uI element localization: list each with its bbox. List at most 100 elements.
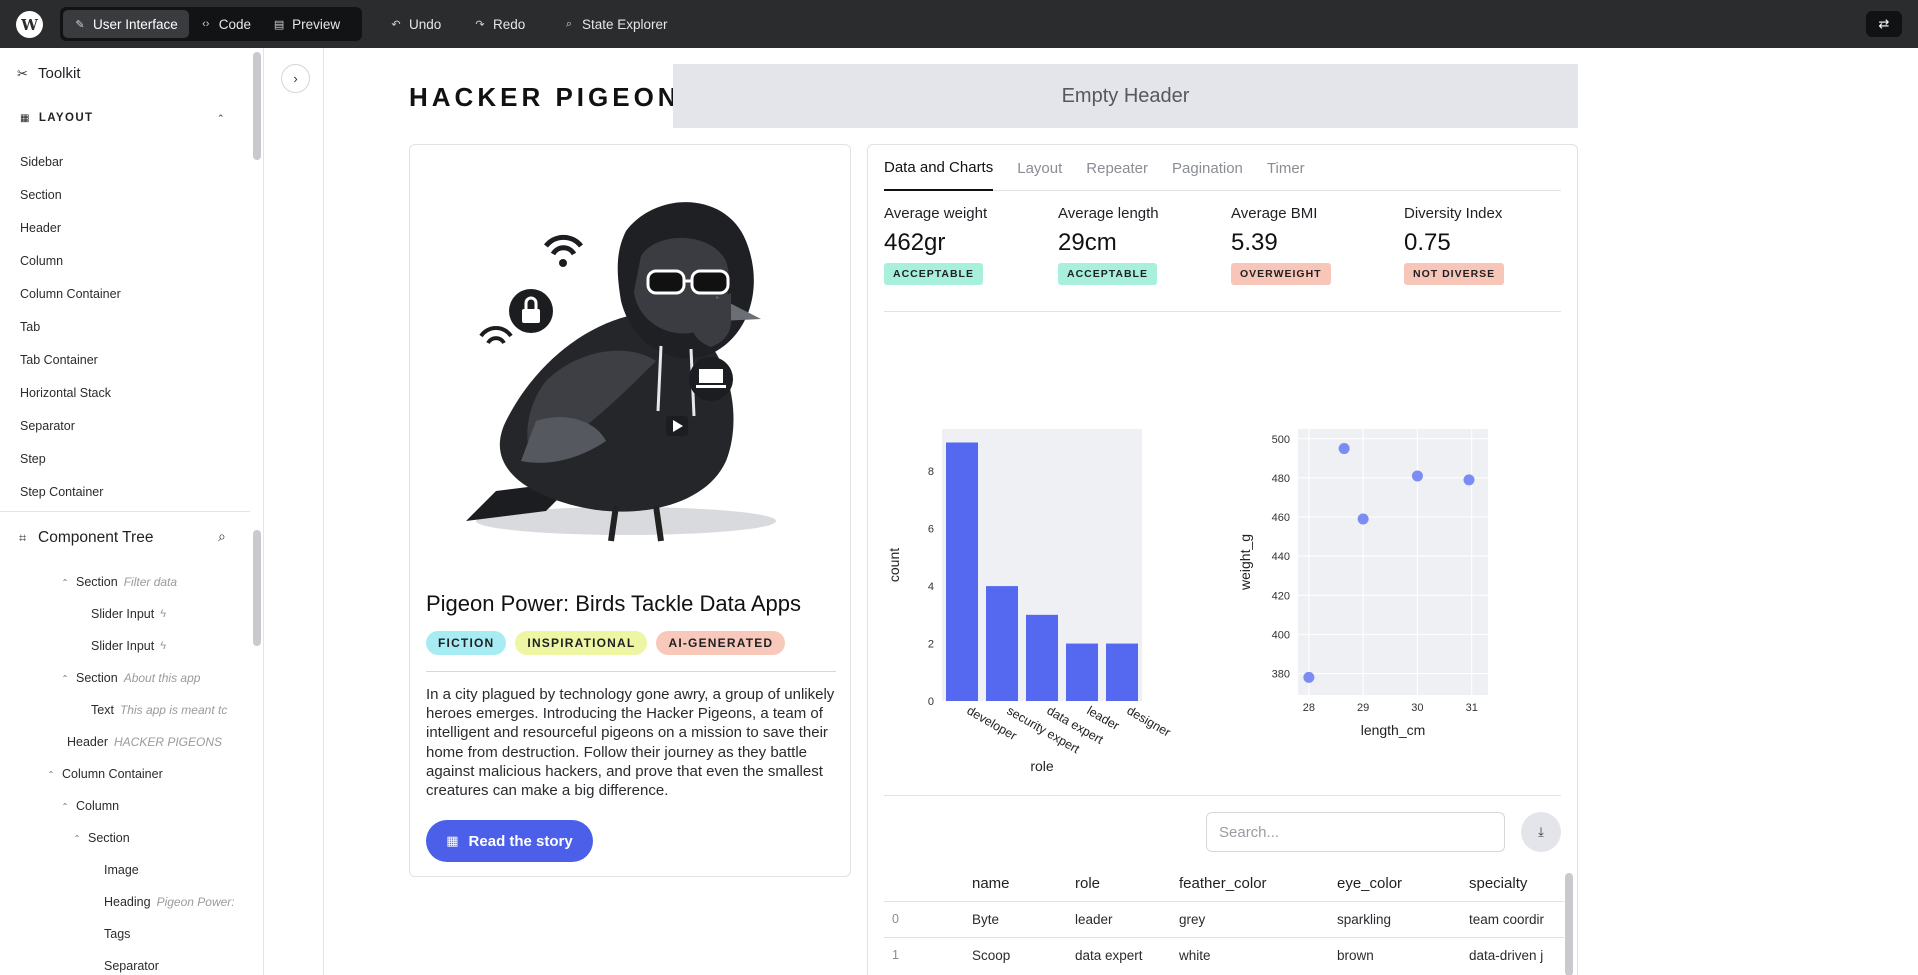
component-tree-header: ⌗ Component Tree: [16, 529, 154, 547]
sync-icon: ⇄: [1878, 16, 1890, 31]
magnifier-icon: ⌕: [565, 17, 573, 30]
chevron-up-icon: ⌃: [47, 769, 55, 779]
state-explorer-label: State Explorer: [582, 16, 668, 32]
download-button[interactable]: ⤓: [1521, 812, 1561, 852]
read-story-button[interactable]: ▦ Read the story: [426, 820, 593, 862]
tag-inspirational: INSPIRATIONAL: [515, 631, 648, 655]
tree-node[interactable]: ⌃ Section Filter data: [60, 571, 177, 593]
bar-y-tick-label: 4: [928, 581, 934, 593]
table-cell: sparkling: [1329, 900, 1461, 937]
mode-user-interface-button[interactable]: ✎ User Interface: [63, 10, 189, 38]
preview-icon: ▤: [273, 18, 285, 31]
metrics-separator: [884, 311, 1561, 312]
tree-node-hint: About this app: [123, 671, 201, 685]
read-story-label: Read the story: [468, 832, 573, 850]
tab-data-and-charts[interactable]: Data and Charts: [884, 145, 994, 191]
toolkit-item-column[interactable]: Column: [20, 254, 63, 268]
tree-node[interactable]: Image: [104, 859, 139, 881]
tree-node[interactable]: Slider Input ϟ: [91, 603, 166, 625]
table-cell: leader: [1067, 900, 1171, 937]
undo-button[interactable]: ↶ Undo: [390, 10, 441, 38]
table-cell: data-driven j: [1461, 936, 1564, 973]
toolkit-panel: ✂ Toolkit ▦ LAYOUT ⌃ Sidebar Section Hea…: [0, 48, 250, 512]
column-header-index[interactable]: [884, 867, 964, 901]
table-cell-index: 1: [884, 936, 964, 973]
tag-ai-generated: AI-GENERATED: [656, 631, 786, 655]
metric-value: 0.75: [1404, 229, 1451, 256]
tree-node[interactable]: Separator: [104, 955, 159, 975]
toolkit-item-horizontal-stack[interactable]: Horizontal Stack: [20, 386, 111, 400]
scatter-y-tick-label: 480: [1272, 473, 1290, 485]
charts-separator: [884, 795, 1561, 796]
column-header-role[interactable]: role: [1067, 867, 1171, 901]
tree-node[interactable]: Heading Pigeon Power:: [104, 891, 235, 913]
tab-timer[interactable]: Timer: [1267, 145, 1305, 191]
chevron-up-icon: ⌃: [61, 577, 69, 587]
table-scrollbar[interactable]: [1565, 873, 1573, 975]
toolkit-item-separator[interactable]: Separator: [20, 419, 75, 433]
toolkit-item-step-container[interactable]: Step Container: [20, 485, 103, 499]
bar-y-tick-label: 0: [928, 696, 934, 708]
scatter-x-axis-label: length_cm: [1361, 722, 1426, 738]
redo-button[interactable]: ↷ Redo: [474, 10, 525, 38]
metric-average-length: Average length 29cm ACCEPTABLE: [1058, 205, 1218, 285]
tree-node[interactable]: Slider Input ϟ: [91, 635, 166, 657]
toolkit-item-tab-container[interactable]: Tab Container: [20, 353, 98, 367]
bolt-icon: ϟ: [160, 608, 167, 620]
scatter-y-tick-label: 380: [1272, 668, 1290, 680]
column-header-specialty[interactable]: specialty: [1461, 867, 1564, 901]
toolkit-item-step[interactable]: Step: [20, 452, 46, 466]
tab-repeater[interactable]: Repeater: [1086, 145, 1148, 191]
tree-node-hint: Pigeon Power:: [156, 895, 235, 909]
bar-y-tick-label: 2: [928, 639, 934, 651]
mode-switcher: ✎ User Interface ‹› Code ▤ Preview: [60, 7, 362, 41]
column-header-eye-color[interactable]: eye_color: [1329, 867, 1461, 901]
scatter-point: [1338, 443, 1350, 455]
tree-node-name: Slider Input: [91, 607, 155, 621]
toolkit-scrollbar[interactable]: [253, 52, 261, 160]
mode-preview-button[interactable]: ▤ Preview: [262, 10, 351, 38]
table-cell: grey: [1171, 900, 1329, 937]
tree-node[interactable]: ⌃ Column Container: [46, 763, 163, 785]
state-explorer-button[interactable]: ⌕ State Explorer: [563, 10, 668, 38]
tab-layout[interactable]: Layout: [1017, 145, 1062, 191]
tree-node[interactable]: ⌃ Column: [60, 795, 119, 817]
story-text: In a city plagued by technology gone awr…: [426, 686, 835, 800]
table-header-row: name role feather_color eye_color specia…: [884, 867, 1564, 901]
toolkit-title: Toolkit: [38, 65, 81, 82]
story-heading: Pigeon Power: Birds Tackle Data Apps: [426, 591, 802, 616]
tree-node[interactable]: Tags: [104, 923, 130, 945]
component-tree-scrollbar[interactable]: [253, 530, 261, 646]
tree-icon: ⌗: [18, 530, 27, 545]
column-header-name[interactable]: name: [964, 867, 1067, 901]
tree-node[interactable]: ⌃ Section About this app: [60, 667, 201, 689]
sync-button[interactable]: ⇄: [1866, 11, 1902, 37]
component-tree-title: Component Tree: [38, 529, 154, 546]
layout-category-toggle[interactable]: ▦ LAYOUT ⌃: [20, 112, 226, 124]
toolkit-item-tab[interactable]: Tab: [20, 320, 40, 334]
mode-label: Preview: [292, 16, 341, 32]
expand-sidebar-button[interactable]: ›: [281, 64, 310, 93]
table-row[interactable]: 1 Scoop data expert white brown data-dri…: [884, 936, 1564, 973]
chevron-up-icon: ⌃: [61, 673, 69, 683]
table-row[interactable]: 0 Byte leader grey sparkling team coordi…: [884, 900, 1564, 937]
toolkit-item-column-container[interactable]: Column Container: [20, 287, 121, 301]
scatter-x-tick-label: 30: [1411, 702, 1423, 714]
scatter-y-axis-label: weight_g: [1237, 534, 1253, 591]
tree-node[interactable]: Text This app is meant tc: [91, 699, 227, 721]
tree-node[interactable]: ⌃ Section: [72, 827, 130, 849]
toolkit-item-header[interactable]: Header: [20, 221, 61, 235]
tree-node-name: Text: [91, 703, 114, 717]
mode-code-button[interactable]: ‹› Code: [189, 10, 262, 38]
builder-left-panel: ✂ Toolkit ▦ LAYOUT ⌃ Sidebar Section Hea…: [0, 48, 264, 975]
toolkit-item-section[interactable]: Section: [20, 188, 62, 202]
toolkit-item-sidebar[interactable]: Sidebar: [20, 155, 63, 169]
empty-header: Empty Header: [673, 64, 1578, 128]
tree-node[interactable]: Header HACKER PIGEONS: [67, 731, 222, 753]
search-icon[interactable]: ⌕: [218, 528, 226, 545]
writer-logo[interactable]: W: [16, 11, 43, 38]
table-search-input[interactable]: [1206, 812, 1505, 852]
tab-pagination[interactable]: Pagination: [1172, 145, 1243, 191]
column-header-feather-color[interactable]: feather_color: [1171, 867, 1329, 901]
bar-y-axis-label: count: [886, 548, 902, 582]
